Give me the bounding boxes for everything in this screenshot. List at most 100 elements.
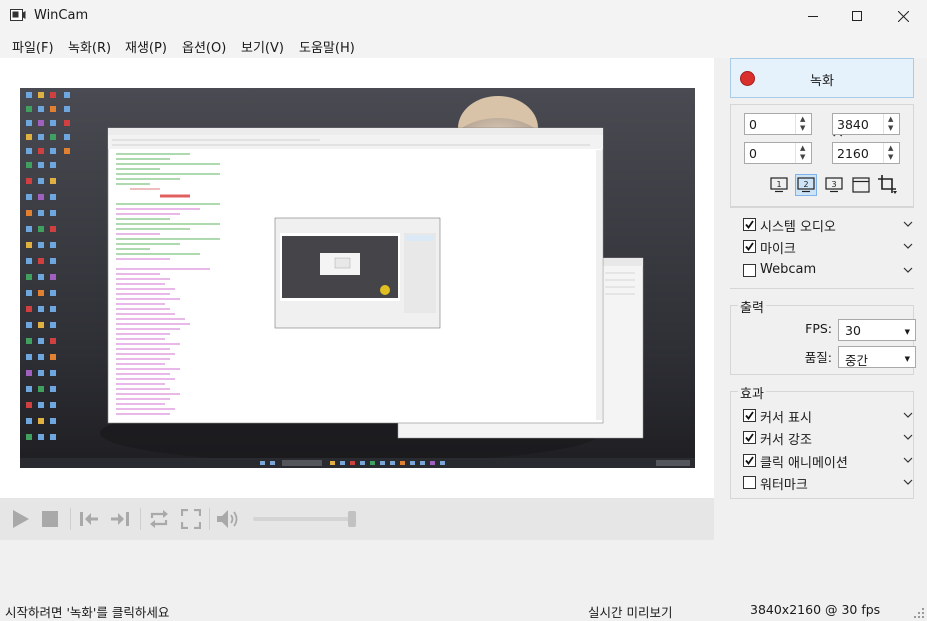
output-group-title: 출력: [738, 297, 766, 316]
status-bar: 시작하려면 '녹화'를 클릭하세요 실시간 미리보기 3840x2160 @ 3…: [0, 600, 927, 621]
monitor-number: 1: [776, 180, 781, 189]
spin-up-icon: ▲: [800, 115, 806, 123]
toolbar-separator: [209, 508, 210, 530]
loop-button[interactable]: [146, 506, 172, 532]
maximize-button[interactable]: [834, 0, 880, 32]
skip-to-end-button[interactable]: [107, 506, 133, 532]
watermark-option[interactable]: 워터마크: [743, 473, 913, 493]
chevron-down-icon[interactable]: [903, 455, 913, 465]
minimize-icon: [808, 16, 818, 17]
region-y-spinner[interactable]: ▲ ▼: [795, 143, 811, 163]
status-hint: 시작하려면 '녹화'를 클릭하세요: [5, 605, 170, 620]
system-audio-label: 시스템 오디오: [760, 220, 836, 235]
play-button[interactable]: [7, 506, 33, 532]
volume-icon: [217, 510, 238, 528]
webcam-checkbox[interactable]: [743, 264, 756, 277]
monitor-1-icon: 1: [770, 177, 788, 193]
microphone-option[interactable]: 마이크: [743, 237, 913, 257]
volume-button[interactable]: [215, 506, 241, 532]
chevron-down-icon[interactable]: [903, 219, 913, 229]
region-width-value: 3840: [837, 117, 869, 132]
show-cursor-option[interactable]: 커서 표시: [743, 406, 913, 426]
region-height-input[interactable]: 2160 ▲ ▼: [832, 142, 900, 164]
chevron-down-icon[interactable]: [903, 410, 913, 420]
chevron-down-icon[interactable]: [903, 241, 913, 251]
menu-file[interactable]: 파일(F): [12, 37, 54, 56]
spin-down-icon: ▼: [888, 153, 894, 161]
webcam-option[interactable]: Webcam: [743, 261, 913, 281]
webcam-label: Webcam: [760, 262, 817, 277]
menu-playback[interactable]: 재생(P): [125, 37, 167, 56]
click-animation-checkbox[interactable]: [743, 454, 756, 467]
region-x-spinner[interactable]: ▲ ▼: [795, 114, 811, 134]
skip-to-start-button[interactable]: [76, 506, 102, 532]
chevron-down-icon[interactable]: [903, 432, 913, 442]
region-width-spinner[interactable]: ▲ ▼: [883, 114, 899, 134]
microphone-label: 마이크: [760, 242, 796, 257]
region-height-spinner[interactable]: ▲ ▼: [883, 143, 899, 163]
menu-record[interactable]: 녹화(R): [68, 37, 111, 56]
stop-button[interactable]: [37, 506, 63, 532]
spin-down-icon: ▼: [800, 124, 806, 132]
menu-bar: 파일(F) 녹화(R) 재생(P) 옵션(O) 보기(V) 도움말(H): [0, 32, 927, 58]
region-y-value: 0: [749, 146, 757, 161]
volume-slider-thumb[interactable]: [348, 511, 356, 527]
cursor-highlight-option[interactable]: 커서 강조: [743, 428, 913, 448]
region-x-value: 0: [749, 117, 757, 132]
status-resolution-fps: 3840x2160 @ 30 fps: [750, 602, 881, 617]
fullscreen-icon: [181, 509, 201, 529]
minimize-button[interactable]: [790, 0, 836, 32]
region-x-input[interactable]: 0 ▲ ▼: [744, 113, 812, 135]
region-y-input[interactable]: 0 ▲ ▼: [744, 142, 812, 164]
spin-down-icon: ▼: [888, 124, 894, 132]
monitor-3-icon: 3: [825, 177, 843, 193]
spin-up-icon: ▲: [888, 144, 894, 152]
quality-select[interactable]: 중간 ▼: [838, 346, 916, 368]
record-button[interactable]: 녹화: [730, 58, 914, 98]
chevron-down-icon[interactable]: [903, 477, 913, 487]
watermark-checkbox[interactable]: [743, 476, 756, 489]
skip-to-start-icon: [80, 512, 98, 526]
menu-options[interactable]: 옵션(O): [182, 37, 226, 56]
checkmark-icon: [745, 456, 754, 465]
monitor-number: 2: [803, 180, 808, 189]
system-audio-option[interactable]: 시스템 오디오: [743, 215, 913, 235]
quality-value: 중간: [845, 353, 869, 368]
monitor-2-button[interactable]: 2: [795, 174, 817, 196]
cursor-highlight-checkbox[interactable]: [743, 431, 756, 444]
monitor-2-icon: 2: [797, 177, 815, 193]
status-mode: 실시간 미리보기: [588, 605, 673, 620]
menu-help[interactable]: 도움말(H): [299, 37, 355, 56]
toolbar-separator: [70, 508, 71, 530]
microphone-checkbox[interactable]: [743, 240, 756, 253]
spin-up-icon: ▲: [800, 144, 806, 152]
window-capture-button[interactable]: [850, 174, 872, 196]
dropdown-caret-icon: ▼: [904, 355, 910, 363]
system-audio-checkbox[interactable]: [743, 218, 756, 231]
loop-icon: [150, 510, 168, 528]
maximize-icon: [852, 11, 862, 21]
show-cursor-checkbox[interactable]: [743, 409, 756, 422]
crop-region-button[interactable]: [877, 174, 899, 196]
quality-label: 품질:: [804, 350, 832, 365]
dropdown-caret-icon: ▼: [904, 328, 910, 336]
title-bar: WinCam: [0, 0, 927, 32]
click-animation-option[interactable]: 클릭 애니메이션: [743, 451, 913, 471]
monitor-3-button[interactable]: 3: [823, 174, 845, 196]
region-width-input[interactable]: 3840 ▲ ▼: [832, 113, 900, 135]
resize-grip-icon[interactable]: [914, 608, 924, 618]
checkmark-icon: [745, 411, 754, 420]
window-capture-icon: [852, 177, 870, 193]
spin-up-icon: ▲: [888, 115, 894, 123]
close-button[interactable]: [880, 0, 926, 32]
playback-controls: [0, 498, 714, 540]
show-cursor-label: 커서 표시: [760, 411, 812, 426]
monitor-1-button[interactable]: 1: [768, 174, 790, 196]
volume-slider-track[interactable]: [253, 517, 353, 521]
chevron-down-icon[interactable]: [903, 265, 913, 275]
toolbar-separator: [140, 508, 141, 530]
effects-group-title: 효과: [738, 383, 766, 402]
fullscreen-button[interactable]: [178, 506, 204, 532]
menu-view[interactable]: 보기(V): [241, 37, 284, 56]
fps-select[interactable]: 30 ▼: [838, 319, 916, 341]
